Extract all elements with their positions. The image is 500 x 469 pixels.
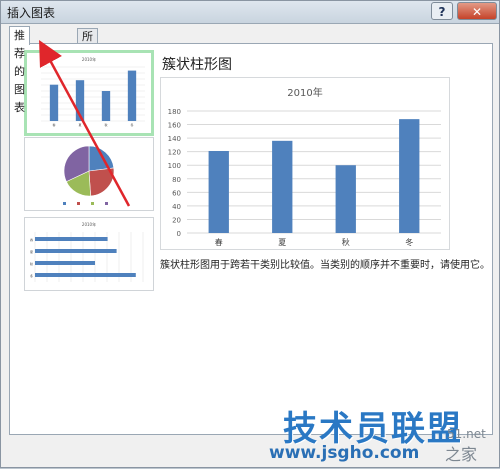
pie-slice <box>88 145 115 172</box>
legend-swatch <box>105 202 108 205</box>
y-tick-label: 80 <box>172 176 181 184</box>
pie-slice <box>88 167 115 197</box>
watermark-side-text: 51.net <box>447 427 486 441</box>
y-tick-label: 秋 <box>30 261 33 266</box>
x-tick-label: 夏 <box>278 238 286 247</box>
y-tick-label: 120 <box>168 149 181 157</box>
close-button[interactable]: ✕ <box>457 2 497 20</box>
bar <box>75 80 85 121</box>
dialog-title: 插入图表 <box>7 6 56 20</box>
thumbnail-pie[interactable] <box>24 137 154 211</box>
help-button[interactable]: ? <box>431 2 453 20</box>
x-tick-label: 春 <box>52 122 55 127</box>
watermark-side-text-2: 之家 <box>445 445 478 464</box>
chart-title: 2010年 <box>82 221 96 227</box>
bar <box>208 150 229 233</box>
thumbnail-bar[interactable]: 2010年春夏秋冬 <box>24 217 154 291</box>
tab-all-charts[interactable]: 所有图表 <box>77 28 98 88</box>
bar <box>35 237 108 241</box>
x-tick-label: 冬 <box>405 237 413 247</box>
legend-swatch <box>77 202 80 205</box>
bar <box>272 140 293 233</box>
thumbnail-clustered-column[interactable]: 2010年春 夏 秋 冬 <box>24 50 154 136</box>
preview-heading: 簇状柱形图 <box>162 57 232 73</box>
tab-panel: 2010年春夏秋冬 2010年春夏秋冬 簇状柱形图 2010年 0 20 40 60 80… <box>9 43 493 435</box>
title-bar: 插入图表 ? ✕ <box>1 1 499 24</box>
y-tick-label: 0 <box>177 230 181 238</box>
y-tick-label: 100 <box>168 162 181 170</box>
y-tick-label: 春 <box>30 237 33 242</box>
thumbnail-pie-chart <box>63 145 115 205</box>
bar <box>101 91 111 121</box>
bar <box>35 261 95 265</box>
legend-swatch <box>91 202 94 205</box>
x-tick-label: 夏 <box>78 122 81 127</box>
y-tick-label: 160 <box>168 122 181 130</box>
y-tick-label: 冬 <box>30 273 33 278</box>
bar <box>335 165 356 233</box>
preview-column-chart: 2010年 0 20 40 60 80 100 120 140 160 180 春 夏 秋 冬 <box>168 86 441 247</box>
chart-preview: 2010年 0 20 40 60 80 100 120 140 160 180 春 夏 秋 冬 <box>160 77 450 250</box>
bar <box>49 84 59 121</box>
chart-description: 簇状柱形图用于跨若干类别比较值。当类别的顺序并不重要时，请使用它。 <box>160 260 490 271</box>
bar <box>35 249 117 253</box>
thumbnail-bar-chart: 2010年春夏秋冬 <box>30 221 144 282</box>
tab-recommended-charts[interactable]: 推荐的图表 <box>9 26 30 114</box>
y-tick-label: 20 <box>172 216 181 224</box>
thumbnail-column-chart: 2010年春 夏 秋 冬 <box>41 56 145 127</box>
insert-chart-dialog: 插入图表 ? ✕ 推荐的图表 所有图表 2010年春夏秋冬 2010年春夏秋冬 … <box>0 0 500 468</box>
y-tick-label: 40 <box>172 203 181 211</box>
y-tick-label: 夏 <box>30 249 33 254</box>
watermark: 技术员联盟 www.jsgho.com 51.net 之家 <box>269 401 499 467</box>
chart-title: 2010年 <box>287 86 322 99</box>
x-tick-label: 秋 <box>104 122 107 127</box>
y-tick-label: 60 <box>172 189 181 197</box>
legend-swatch <box>63 202 66 205</box>
watermark-url: www.jsgho.com <box>269 443 420 463</box>
y-tick-label: 180 <box>168 108 181 116</box>
bar <box>127 70 137 121</box>
y-tick-label: 140 <box>168 135 181 143</box>
x-tick-label: 春 <box>215 237 223 247</box>
chart-title: 2010年 <box>82 56 96 62</box>
bar <box>399 119 420 233</box>
x-tick-label: 秋 <box>342 237 350 247</box>
x-tick-label: 冬 <box>130 122 133 127</box>
bar <box>35 273 136 277</box>
